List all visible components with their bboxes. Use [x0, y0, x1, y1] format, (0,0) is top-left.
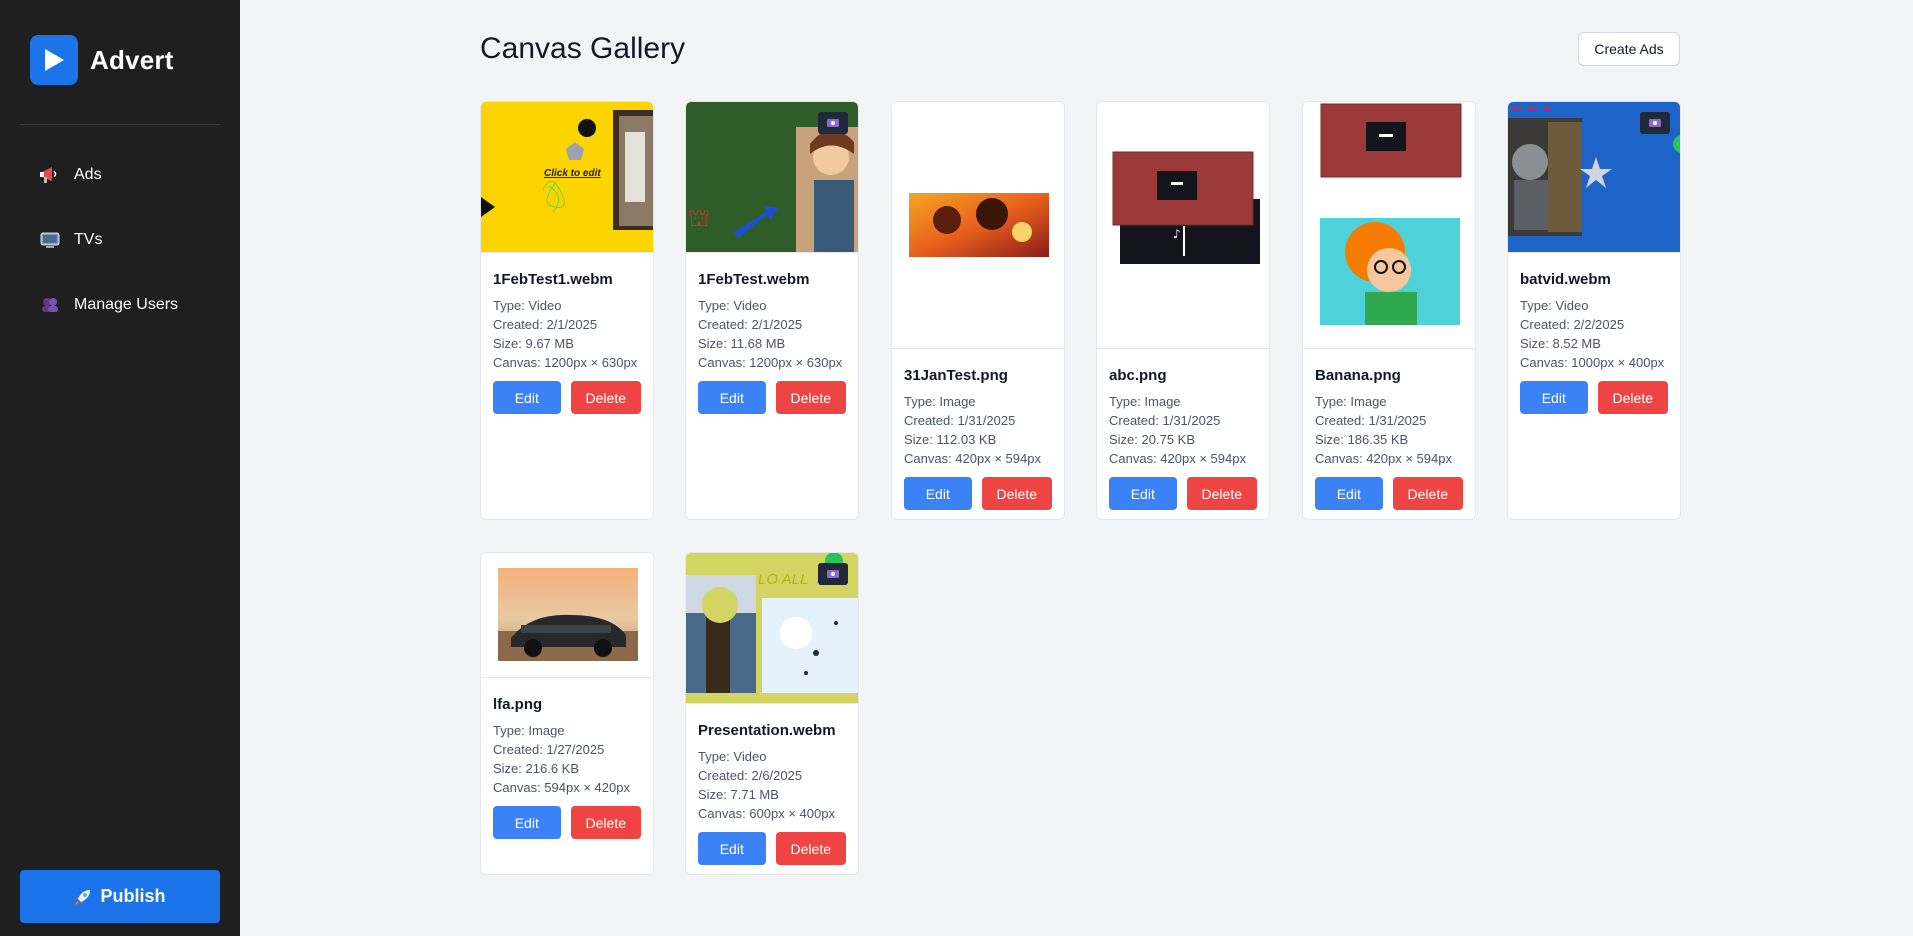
card-size: Size: 186.35 KB	[1315, 432, 1409, 447]
card-type: Type: Image	[493, 723, 565, 738]
delete-button[interactable]: Delete	[775, 832, 846, 865]
page-title: Canvas Gallery	[480, 32, 686, 65]
card-created: Created: 2/2/2025	[1520, 317, 1625, 332]
card-thumbnail[interactable]	[481, 553, 653, 677]
delete-button[interactable]: Delete	[570, 381, 641, 414]
edit-button[interactable]: Edit	[493, 806, 561, 839]
edit-button[interactable]: Edit	[1109, 477, 1177, 510]
card-canvas: Canvas: 420px × 594px	[1109, 451, 1246, 466]
sidebar-item-label: Ads	[74, 166, 102, 183]
card-size: Size: 7.71 MB	[698, 787, 779, 802]
card-thumbnail[interactable]: LO ALL	[686, 553, 858, 703]
edit-button[interactable]: Edit	[698, 832, 766, 865]
card-thumbnail[interactable]: ♪	[1097, 102, 1269, 348]
create-ads-button[interactable]: Create Ads	[1578, 32, 1680, 66]
card-thumbnail[interactable]	[1303, 102, 1475, 348]
card-thumbnail[interactable]	[1508, 102, 1680, 252]
gallery-card[interactable]: LO ALL Presentation.webm Type: Video Cre…	[685, 552, 859, 875]
card-size: Size: 9.67 MB	[493, 336, 574, 351]
edit-button[interactable]: Edit	[1315, 477, 1383, 510]
card-type: Type: Image	[1109, 394, 1181, 409]
card-canvas: Canvas: 1000px × 400px	[1520, 355, 1665, 370]
gallery-card[interactable]: ⛫ 1FebTest.webm Type: Video Created: 2/1…	[685, 101, 859, 520]
publish-label: Publish	[100, 886, 166, 906]
edit-button[interactable]: Edit	[1520, 381, 1588, 414]
thumbnail-caption: Click to edit	[544, 168, 601, 179]
card-thumbnail[interactable]: Click to edit	[481, 102, 653, 252]
card-name: 31JanTest.png	[904, 367, 1008, 384]
card-canvas: Canvas: 1200px × 630px	[493, 355, 638, 370]
video-badge-icon	[1640, 112, 1670, 134]
sidebar-divider	[20, 124, 220, 125]
tv-icon	[40, 230, 60, 250]
gallery-card[interactable]: Banana.png Type: Image Created: 1/31/202…	[1302, 101, 1476, 520]
card-created: Created: 1/31/2025	[1315, 413, 1427, 428]
gallery-card[interactable]: 31JanTest.png Type: Image Created: 1/31/…	[891, 101, 1065, 520]
card-thumbnail[interactable]: ⛫	[686, 102, 858, 252]
card-created: Created: 2/1/2025	[698, 317, 803, 332]
card-created: Created: 2/1/2025	[493, 317, 598, 332]
sidebar: Advert Ads TVs Manage Users Publish	[0, 0, 240, 936]
card-type: Type: Video	[698, 749, 767, 764]
sidebar-item-label: TVs	[74, 231, 103, 248]
delete-button[interactable]: Delete	[1186, 477, 1257, 510]
thumbnail-caption: LO ALL	[758, 571, 809, 588]
sidebar-nav: Ads TVs Manage Users	[0, 155, 240, 350]
card-size: Size: 11.68 MB	[698, 336, 786, 351]
video-badge-icon	[818, 112, 848, 134]
card-created: Created: 1/31/2025	[1109, 413, 1221, 428]
card-created: Created: 1/31/2025	[904, 413, 1016, 428]
card-size: Size: 216.6 KB	[493, 761, 579, 776]
card-type: Type: Video	[493, 298, 562, 313]
card-canvas: Canvas: 594px × 420px	[493, 780, 630, 795]
delete-button[interactable]: Delete	[775, 381, 846, 414]
card-name: batvid.webm	[1520, 271, 1611, 288]
gallery-card[interactable]: Click to edit 1FebTest1.webm Type: Video…	[480, 101, 654, 520]
card-name: abc.png	[1109, 367, 1167, 384]
card-canvas: Canvas: 600px × 400px	[698, 806, 835, 821]
card-name: 1FebTest.webm	[698, 271, 810, 288]
card-created: Created: 2/6/2025	[698, 768, 803, 783]
card-name: lfa.png	[493, 696, 543, 713]
gallery-card[interactable]: lfa.png Type: Image Created: 1/27/2025 S…	[480, 552, 654, 875]
card-type: Type: Video	[698, 298, 767, 313]
card-canvas: Canvas: 420px × 594px	[904, 451, 1041, 466]
sidebar-item-manage-users[interactable]: Manage Users	[0, 285, 240, 325]
card-canvas: Canvas: 420px × 594px	[1315, 451, 1452, 466]
edit-button[interactable]: Edit	[698, 381, 766, 414]
card-type: Type: Image	[1315, 394, 1387, 409]
publish-button[interactable]: Publish	[20, 870, 220, 923]
users-icon	[40, 295, 60, 315]
card-name: 1FebTest1.webm	[493, 271, 613, 288]
edit-button[interactable]: Edit	[493, 381, 561, 414]
brand[interactable]: Advert	[30, 35, 174, 85]
card-type: Type: Image	[904, 394, 976, 409]
delete-button[interactable]: Delete	[570, 806, 641, 839]
brand-name: Advert	[90, 44, 174, 75]
sidebar-item-label: Manage Users	[74, 296, 179, 313]
sidebar-item-tvs[interactable]: TVs	[0, 220, 240, 260]
rocket-icon	[74, 888, 92, 906]
play-logo-icon	[30, 35, 78, 85]
delete-button[interactable]: Delete	[981, 477, 1052, 510]
card-name: Presentation.webm	[698, 722, 836, 739]
card-size: Size: 8.52 MB	[1520, 336, 1601, 351]
card-size: Size: 20.75 KB	[1109, 432, 1195, 447]
gallery-card[interactable]: batvid.webm Type: Video Created: 2/2/202…	[1507, 101, 1681, 520]
svg-text:♪: ♪	[1173, 227, 1181, 241]
delete-button[interactable]: Delete	[1392, 477, 1463, 510]
svg-text:⛫: ⛫	[688, 204, 710, 232]
gallery-card[interactable]: ♪ abc.png Type: Image Created: 1/31/2025…	[1096, 101, 1270, 520]
card-thumbnail[interactable]	[892, 102, 1064, 348]
card-created: Created: 1/27/2025	[493, 742, 605, 757]
megaphone-icon	[40, 165, 60, 185]
edit-button[interactable]: Edit	[904, 477, 972, 510]
video-badge-icon	[818, 563, 848, 585]
card-size: Size: 112.03 KB	[904, 432, 997, 447]
card-type: Type: Video	[1520, 298, 1589, 313]
card-name: Banana.png	[1315, 367, 1401, 384]
sidebar-item-ads[interactable]: Ads	[0, 155, 240, 195]
delete-button[interactable]: Delete	[1597, 381, 1668, 414]
card-canvas: Canvas: 1200px × 630px	[698, 355, 843, 370]
